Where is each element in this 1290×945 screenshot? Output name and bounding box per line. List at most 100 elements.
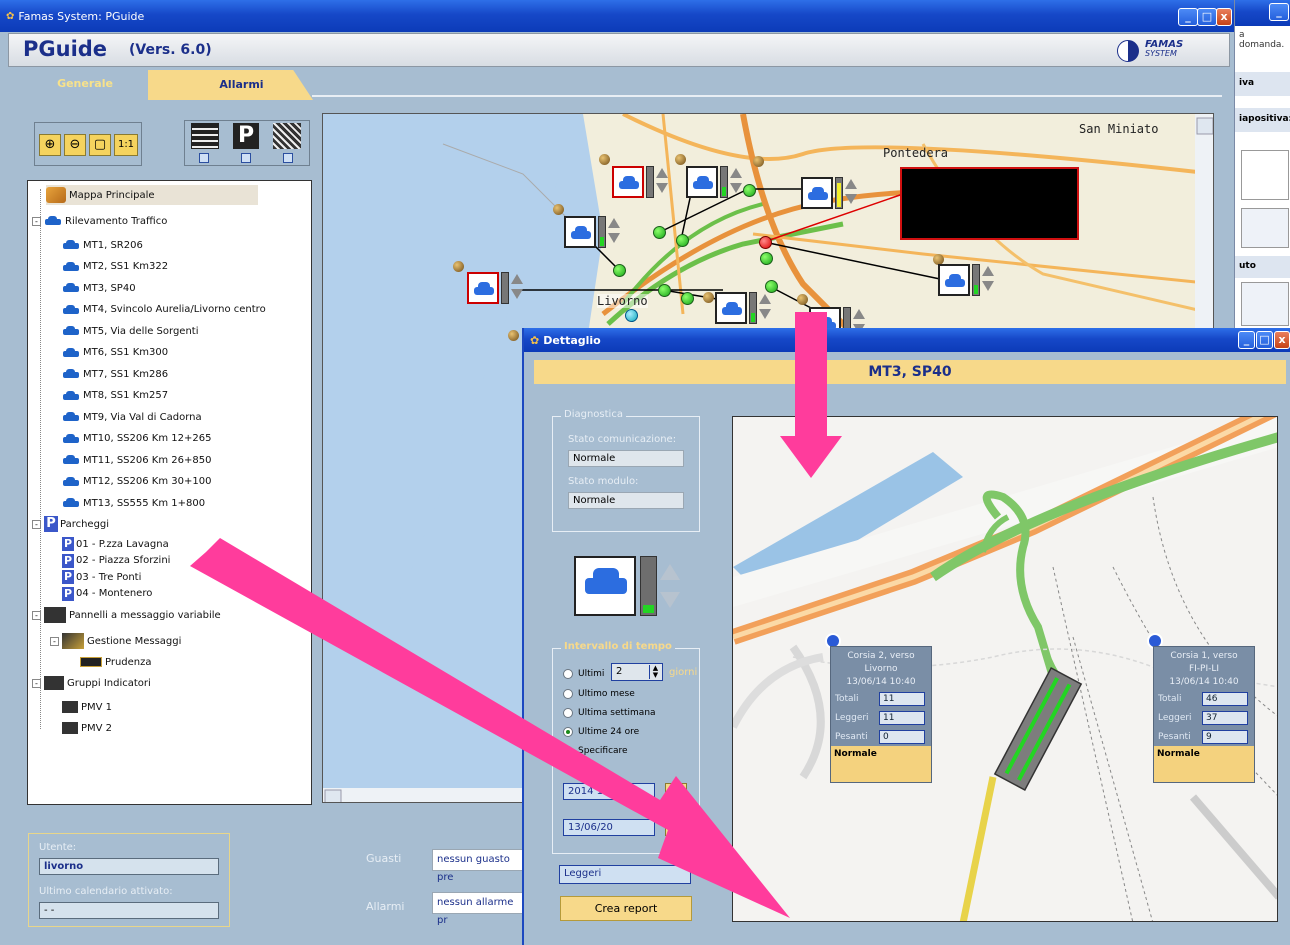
- tree-group-messages[interactable]: - Gestione Messaggi: [50, 631, 181, 651]
- sensor-status-dot[interactable]: [658, 284, 671, 297]
- collapse-icon[interactable]: -: [32, 610, 41, 620]
- traffic-sensor-icon[interactable]: [801, 177, 859, 209]
- tree-group-pmv[interactable]: - Pannelli a messaggio variabile: [32, 605, 221, 625]
- traffic-layer-icon[interactable]: [273, 123, 301, 149]
- tree-item-traffic-sensor[interactable]: MT13, SS555 Km 1+800: [62, 493, 205, 513]
- tree-item-message[interactable]: Prudenza: [80, 652, 152, 672]
- radio-option[interactable]: Ultime 24 ore: [563, 727, 639, 737]
- tree-item-traffic-sensor[interactable]: MT11, SS206 Km 26+850: [62, 450, 211, 470]
- sensor-status-dot[interactable]: [613, 264, 626, 277]
- tree-item-traffic-sensor[interactable]: MT8, SS1 Km257: [62, 386, 168, 406]
- parking-layer-icon[interactable]: P: [233, 123, 259, 149]
- close-button[interactable]: x: [1274, 331, 1290, 349]
- traffic-sensor-icon[interactable]: [938, 264, 996, 296]
- button-label: Crea report: [594, 902, 658, 915]
- radio-option[interactable]: Ultimo mese: [563, 689, 635, 699]
- tree-group-indicators[interactable]: - Gruppi Indicatori: [32, 673, 151, 693]
- traffic-sensor-icon[interactable]: [564, 216, 622, 248]
- radio-icon[interactable]: [563, 727, 573, 737]
- vehicle-type-select[interactable]: Leggeri: [559, 865, 691, 884]
- one-to-one-button[interactable]: 1:1: [114, 134, 138, 156]
- app-version: (Vers. 6.0): [129, 42, 212, 58]
- traffic-sensor-icon[interactable]: [612, 166, 670, 198]
- radio-icon[interactable]: [563, 669, 573, 679]
- minimize-button[interactable]: _: [1178, 8, 1198, 26]
- collapse-icon[interactable]: -: [50, 636, 59, 646]
- layout-thumbnail[interactable]: [1241, 208, 1289, 248]
- sensor-status-dot[interactable]: [625, 309, 638, 322]
- tree-item-traffic-sensor[interactable]: MT1, SR206: [62, 235, 143, 255]
- tree-group-traffic[interactable]: - Rilevamento Traffico: [32, 211, 167, 231]
- calendar-icon[interactable]: [665, 783, 687, 800]
- radio-option[interactable]: Specificare: [563, 746, 628, 756]
- zoom-out-icon[interactable]: ⊖: [64, 134, 86, 156]
- zoom-in-icon[interactable]: ⊕: [39, 134, 61, 156]
- minimize-button[interactable]: _: [1238, 331, 1255, 349]
- checkbox-icon[interactable]: [241, 153, 251, 163]
- sensor-status-dot[interactable]: [743, 184, 756, 197]
- tree-item-traffic-sensor[interactable]: MT12, SS206 Km 30+100: [62, 472, 211, 492]
- tree-group-parking[interactable]: - P Parcheggi: [32, 514, 109, 534]
- pmv-display-panel[interactable]: [900, 167, 1079, 240]
- tree-item-parking[interactable]: P 04 - Montenero: [62, 584, 152, 604]
- parking-marker-icon[interactable]: [553, 204, 564, 215]
- fit-icon[interactable]: ▢: [89, 134, 111, 156]
- create-report-button[interactable]: Crea report: [560, 896, 692, 921]
- calendar-icon[interactable]: [665, 819, 687, 836]
- sensor-icon: [574, 556, 636, 616]
- collapse-icon[interactable]: -: [32, 519, 41, 529]
- tree-item-traffic-sensor[interactable]: MT5, Via delle Sorgenti: [62, 321, 199, 341]
- tree-item-traffic-sensor[interactable]: MT4, Svincolo Aurelia/Livorno centro: [62, 300, 266, 320]
- tree-item-indicator[interactable]: PMV 1: [62, 697, 112, 717]
- tab-allarmi[interactable]: Allarmi: [148, 70, 313, 100]
- maximize-button[interactable]: □: [1256, 331, 1273, 349]
- content-icons[interactable]: [1241, 282, 1289, 326]
- sensor-status-dot[interactable]: [681, 292, 694, 305]
- tree-item-traffic-sensor[interactable]: MT2, SS1 Km322: [62, 257, 168, 277]
- radio-icon[interactable]: [563, 746, 573, 756]
- sensor-status-dot[interactable]: [653, 226, 666, 239]
- card-label: Leggeri: [835, 712, 869, 723]
- radio-icon[interactable]: [563, 689, 573, 699]
- checkbox-icon[interactable]: [283, 153, 293, 163]
- parking-marker-icon[interactable]: [703, 292, 714, 303]
- parking-marker-icon[interactable]: [753, 156, 764, 167]
- collapse-icon[interactable]: -: [32, 678, 41, 688]
- tree-item-traffic-sensor[interactable]: MT7, SS1 Km286: [62, 364, 168, 384]
- collapse-icon[interactable]: -: [32, 216, 41, 226]
- days-stepper[interactable]: 2 ▲ ▼: [611, 663, 663, 681]
- tree-item-traffic-sensor[interactable]: MT9, Via Val di Cadorna: [62, 407, 202, 427]
- parking-marker-icon[interactable]: [508, 330, 519, 341]
- tree-item-traffic-sensor[interactable]: MT6, SS1 Km300: [62, 343, 168, 363]
- lane-1-card: Corsia 1, verso FI-PI-LI 13/06/14 10:40 …: [1153, 646, 1255, 783]
- traffic-sensor-icon[interactable]: [715, 292, 773, 324]
- traffic-sensor-icon[interactable]: [686, 166, 744, 198]
- radio-option[interactable]: Ultima settimana: [563, 708, 656, 718]
- traffic-sensor-icon[interactable]: [467, 272, 525, 304]
- pmv-layer-icon[interactable]: [191, 123, 219, 149]
- radio-last-n[interactable]: Ultimi: [563, 669, 604, 679]
- parking-marker-icon[interactable]: [599, 154, 610, 165]
- date-from-field[interactable]: 2014 10:51: [563, 783, 655, 800]
- sensor-status-dot[interactable]: [760, 252, 773, 265]
- tree-label: 02 - Piazza Sforzini: [76, 555, 171, 566]
- tree-item-traffic-sensor[interactable]: MT3, SP40: [62, 278, 136, 298]
- sensor-status-dot[interactable]: [676, 234, 689, 247]
- close-button[interactable]: x: [1216, 8, 1232, 26]
- checkbox-icon[interactable]: [199, 153, 209, 163]
- tree-item-main-map[interactable]: Mappa Principale: [46, 185, 258, 205]
- parking-marker-icon[interactable]: [675, 154, 686, 165]
- slide-thumbnail[interactable]: [1241, 150, 1289, 200]
- minimize-icon[interactable]: _: [1269, 3, 1289, 21]
- tab-generale[interactable]: Generale: [10, 70, 160, 98]
- maximize-button[interactable]: □: [1197, 8, 1217, 26]
- tree-item-traffic-sensor[interactable]: MT10, SS206 Km 12+265: [62, 429, 211, 449]
- radio-icon[interactable]: [563, 708, 573, 718]
- parking-marker-icon[interactable]: [797, 294, 808, 305]
- tree-item-indicator[interactable]: PMV 2: [62, 718, 112, 738]
- date-to-field[interactable]: 13/06/20: [563, 819, 655, 836]
- parking-marker-icon[interactable]: [453, 261, 464, 272]
- detail-map[interactable]: Corsia 2, verso Livorno 13/06/14 10:40 T…: [732, 416, 1278, 922]
- stepper-arrows-icon[interactable]: ▲ ▼: [649, 665, 661, 679]
- sensor-alarm-dot[interactable]: [759, 236, 772, 249]
